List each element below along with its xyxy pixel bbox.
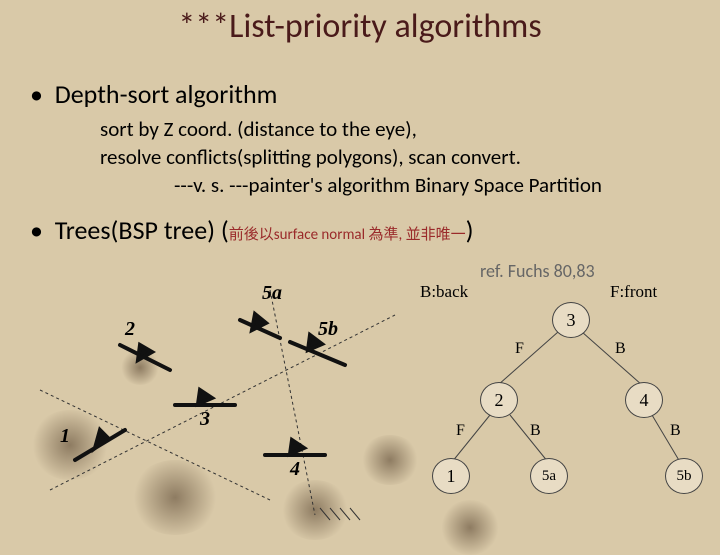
edge-b: B [530, 422, 541, 440]
slide-title: ***List-priority algorithms [0, 6, 720, 47]
bullet-bsp: • Trees(BSP tree) (前後以surface normal 為準,… [30, 214, 473, 246]
tree-node-5a: 5a [530, 458, 568, 494]
bullet-bsp-post: ) [466, 214, 474, 246]
label-2: 2 [125, 318, 135, 341]
bullet-bsp-pre: Trees(BSP tree) ( [55, 214, 229, 246]
bullet-sub-resolve: resolve conflicts(splitting polygons), s… [100, 144, 521, 170]
label-4: 4 [290, 458, 300, 481]
tree-node-5b: 5b [665, 458, 703, 494]
edge-f: F [515, 340, 524, 358]
edge-f: F [456, 422, 465, 440]
edge-b: B [670, 422, 681, 440]
bsp-spatial-diagram: 1 2 3 4 5a 5b [40, 290, 400, 520]
tree-node-1: 1 [432, 458, 470, 494]
bullet-sub-vs: ---v. s. ---painter's algorithm Binary S… [174, 172, 602, 198]
tree-node-2: 2 [480, 382, 518, 418]
label-1: 1 [60, 425, 70, 448]
tree-node-4: 4 [625, 382, 663, 418]
label-3: 3 [200, 408, 210, 431]
tree-node-3: 3 [552, 302, 590, 338]
bullet-depth-sort: • Depth-sort algorithm [30, 78, 277, 110]
label-5b: 5b [318, 318, 338, 341]
label-5a: 5a [262, 282, 282, 305]
bullet-bsp-note: 前後以surface normal 為準, 並非唯一 [229, 226, 466, 244]
bullet-text: Depth-sort algorithm [55, 78, 278, 110]
bsp-tree-diagram: B:back F:front 3 2 4 1 5a 5b F B F B B [420, 290, 720, 520]
bullet-sub-sort: sort by Z coord. (distance to the eye), [100, 116, 417, 142]
edge-b: B [615, 340, 626, 358]
ref-text: ref. Fuchs 80,83 [480, 260, 595, 282]
